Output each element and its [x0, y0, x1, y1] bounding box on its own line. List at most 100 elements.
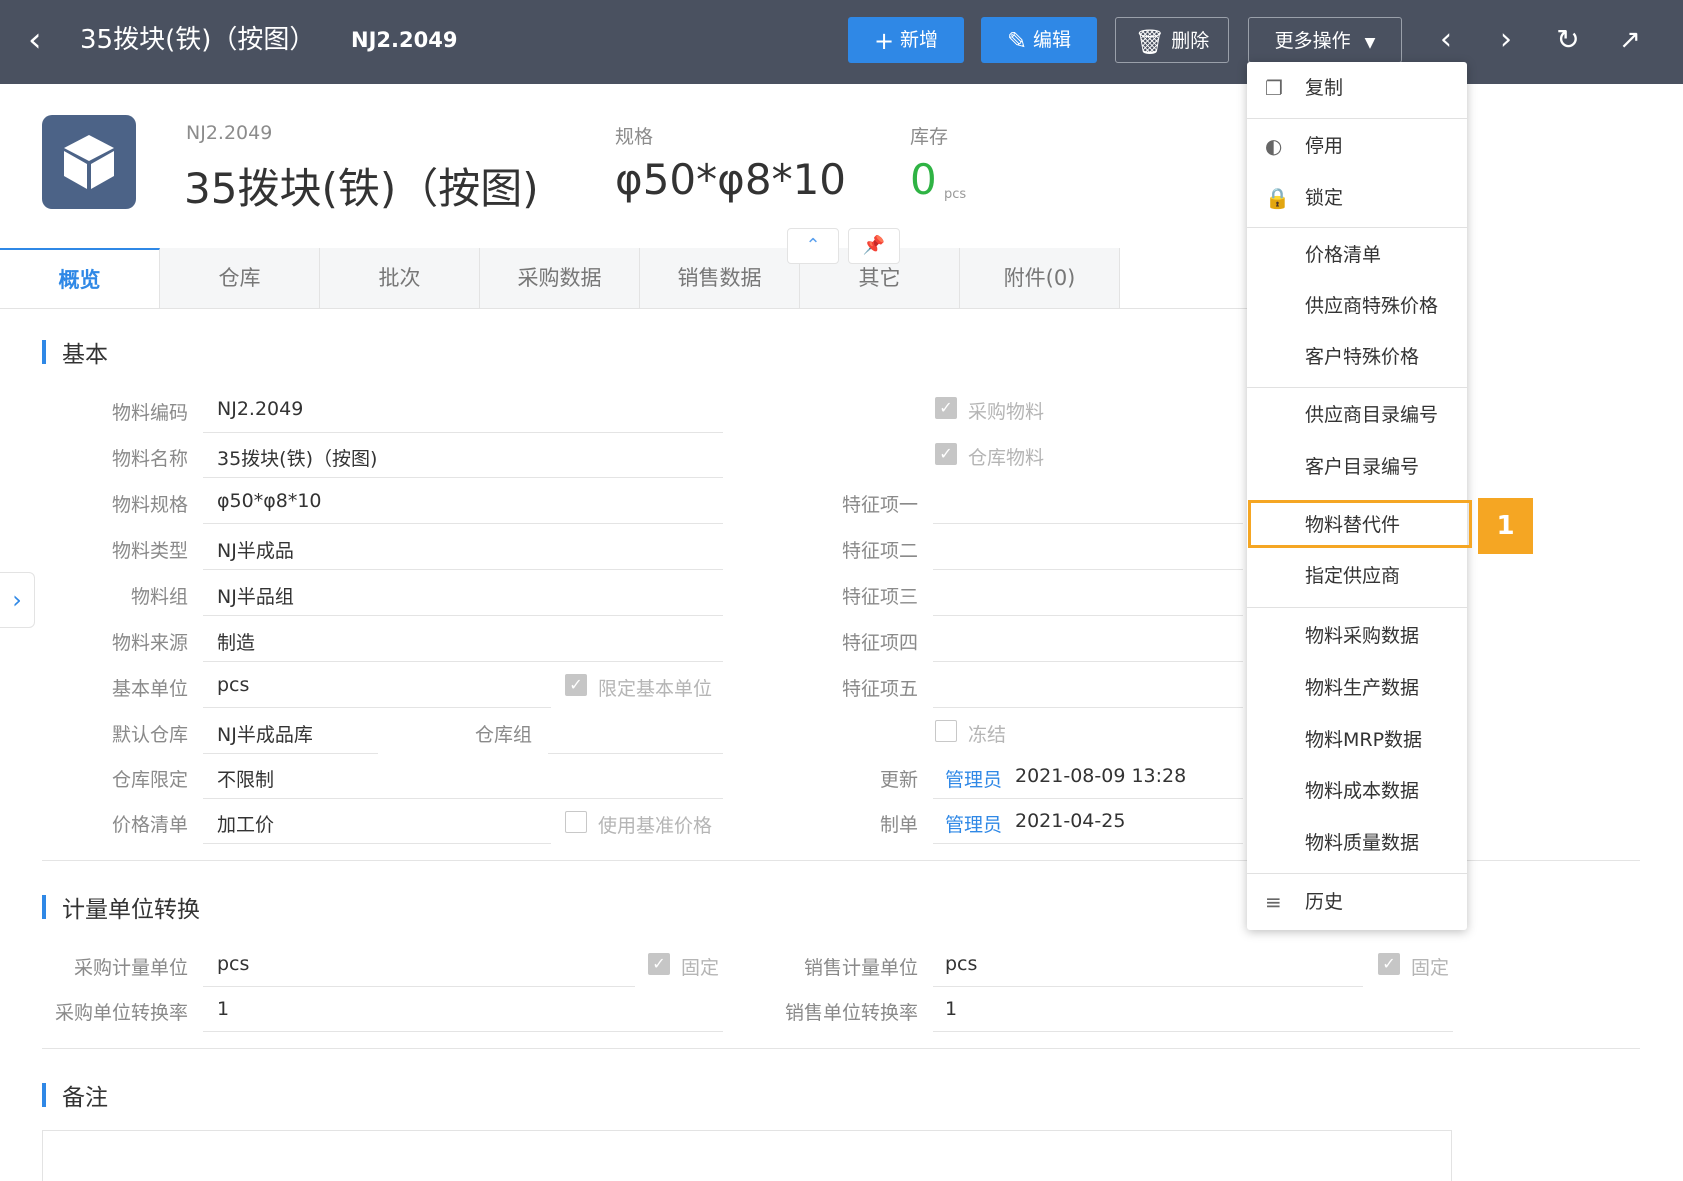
tab-warehouse[interactable]: 仓库	[160, 248, 320, 308]
menu-item-supplier-catalog-no[interactable]: 供应商目录编号	[1247, 393, 1467, 437]
updated-time: 2021-08-09 13:28	[1015, 765, 1187, 787]
limit-base-unit-label: 限定基本单位	[598, 678, 713, 700]
edit-icon: ✎	[1006, 27, 1028, 55]
pin-icon[interactable]: 📌	[848, 228, 900, 264]
lock-icon: 🔒	[1265, 186, 1290, 210]
menu-item-purchase-data[interactable]: 物料采购数据	[1247, 614, 1467, 658]
menu-item-designated-supplier[interactable]: 指定供应商	[1247, 554, 1467, 598]
page-title: 35拨块(铁)（按图）	[80, 25, 316, 55]
menu-item-history[interactable]: ≡ 历史	[1247, 880, 1467, 924]
menu-item-price-list[interactable]: 价格清单	[1247, 233, 1467, 277]
menu-item-supplier-special-price[interactable]: 供应商特殊价格	[1247, 284, 1467, 328]
field-label: 物料组	[130, 586, 188, 608]
menu-item-customer-catalog-no[interactable]: 客户目录编号	[1247, 445, 1467, 489]
layers-icon: ≡	[1265, 890, 1282, 914]
field-label: 物料规格	[111, 494, 188, 516]
header-name: 35拨块(铁)（按图)	[184, 164, 539, 213]
next-icon[interactable]: ›	[1488, 20, 1524, 60]
field-label: 仓库限定	[111, 769, 188, 791]
field-label: 采购单位转换率	[54, 1002, 188, 1024]
menu-item-quality-data[interactable]: 物料质量数据	[1247, 821, 1467, 865]
limit-base-unit-checkbox[interactable]: ✓	[565, 674, 587, 696]
refresh-icon[interactable]: ↻	[1550, 20, 1586, 60]
material-spec-value: φ50*φ8*10	[217, 490, 322, 512]
section-marker	[42, 340, 46, 364]
material-cube-icon	[42, 115, 136, 209]
stock-material-label: 仓库物料	[968, 447, 1045, 469]
field-label: 销售单位转换率	[784, 1002, 918, 1024]
delete-button[interactable]: 🗑 删除	[1115, 17, 1229, 63]
sales-fixed-label: 固定	[1411, 957, 1450, 979]
field-label: 仓库组	[474, 724, 532, 746]
menu-item-production-data[interactable]: 物料生产数据	[1247, 666, 1467, 710]
remark-textarea[interactable]	[42, 1130, 1452, 1181]
spec-value: φ50*φ8*10	[615, 155, 847, 204]
copy-icon: ❐	[1265, 76, 1283, 100]
tab-purchase-data[interactable]: 采购数据	[480, 248, 640, 308]
prev-icon[interactable]: ‹	[1428, 20, 1464, 60]
export-icon[interactable]: ↗	[1612, 20, 1648, 60]
menu-item-customer-special-price[interactable]: 客户特殊价格	[1247, 335, 1467, 379]
purchase-fixed-checkbox[interactable]: ✓	[648, 953, 670, 975]
updated-user-link[interactable]: 管理员	[945, 765, 1002, 792]
menu-item-lock[interactable]: 🔒 锁定	[1247, 176, 1467, 220]
highlight-box	[1248, 500, 1472, 548]
frozen-label: 冻结	[968, 724, 1007, 746]
tab-attachments[interactable]: 附件(0)	[960, 248, 1120, 308]
section-marker	[42, 895, 46, 919]
menu-item-mrp-data[interactable]: 物料MRP数据	[1247, 718, 1467, 762]
sales-unit-value: pcs	[945, 953, 978, 975]
field-label: 价格清单	[111, 814, 188, 836]
purchase-rate-value: 1	[217, 998, 230, 1020]
more-actions-menu: ❐ 复制 ◐ 停用 🔒 锁定 价格清单 供应商特殊价格 客户特殊价格 供应商目录…	[1247, 62, 1467, 930]
field-label: 物料名称	[111, 448, 188, 470]
purchase-unit-value: pcs	[217, 953, 250, 975]
page-code: NJ2.2049	[351, 28, 458, 52]
tab-sales-data[interactable]: 销售数据	[640, 248, 800, 308]
tab-overview[interactable]: 概览	[0, 248, 160, 308]
material-type-value: NJ半成品	[217, 540, 294, 562]
add-button[interactable]: + 新增	[848, 17, 964, 63]
field-label: 特征项二	[841, 540, 918, 562]
header-code: NJ2.2049	[186, 122, 273, 144]
purchase-material-label: 采购物料	[968, 401, 1045, 423]
stock-label: 库存	[910, 126, 949, 148]
material-code-value: NJ2.2049	[217, 398, 304, 420]
base-unit-value: pcs	[217, 674, 250, 696]
more-actions-button[interactable]: 更多操作 ▼	[1248, 17, 1402, 63]
back-icon[interactable]: ‹	[28, 20, 58, 60]
purchase-fixed-label: 固定	[681, 957, 720, 979]
tab-bar: 概览 仓库 批次 采购数据 销售数据 其它 附件(0)	[0, 248, 1250, 309]
material-source-value: 制造	[217, 632, 256, 654]
collapse-header-icon[interactable]: ⌃	[787, 228, 839, 264]
edit-button[interactable]: ✎ 编辑	[981, 17, 1097, 63]
wh-limit-value: 不限制	[217, 769, 275, 791]
menu-item-cost-data[interactable]: 物料成本数据	[1247, 769, 1467, 813]
frozen-checkbox[interactable]	[935, 720, 957, 742]
purchase-material-checkbox[interactable]: ✓	[935, 397, 957, 419]
use-base-price-checkbox[interactable]	[565, 811, 587, 833]
sales-rate-value: 1	[945, 998, 958, 1020]
toggle-icon: ◐	[1265, 134, 1283, 158]
side-panel-toggle-icon[interactable]: ›	[0, 572, 35, 628]
sales-fixed-checkbox[interactable]: ✓	[1378, 953, 1400, 975]
field-label: 特征项四	[841, 632, 918, 654]
plus-icon: +	[873, 27, 895, 55]
menu-item-copy[interactable]: ❐ 复制	[1247, 66, 1467, 110]
use-base-price-label: 使用基准价格	[598, 815, 713, 837]
stock-value: 0	[910, 155, 937, 204]
material-group-value: NJ半品组	[217, 586, 294, 608]
field-label: 特征项五	[841, 678, 918, 700]
field-label: 物料来源	[111, 632, 188, 654]
created-user-link[interactable]: 管理员	[945, 810, 1002, 837]
default-wh-value: NJ半成品库	[217, 724, 313, 746]
field-label: 基本单位	[111, 678, 188, 700]
field-label: 制单	[879, 814, 918, 836]
price-list-value: 加工价	[217, 814, 275, 836]
menu-item-disable[interactable]: ◐ 停用	[1247, 124, 1467, 168]
section-basic-title: 基本	[62, 342, 108, 368]
stock-material-checkbox[interactable]: ✓	[935, 443, 957, 465]
tab-batch[interactable]: 批次	[320, 248, 480, 308]
created-time: 2021-04-25	[1015, 810, 1126, 832]
field-label: 销售计量单位	[803, 957, 918, 979]
